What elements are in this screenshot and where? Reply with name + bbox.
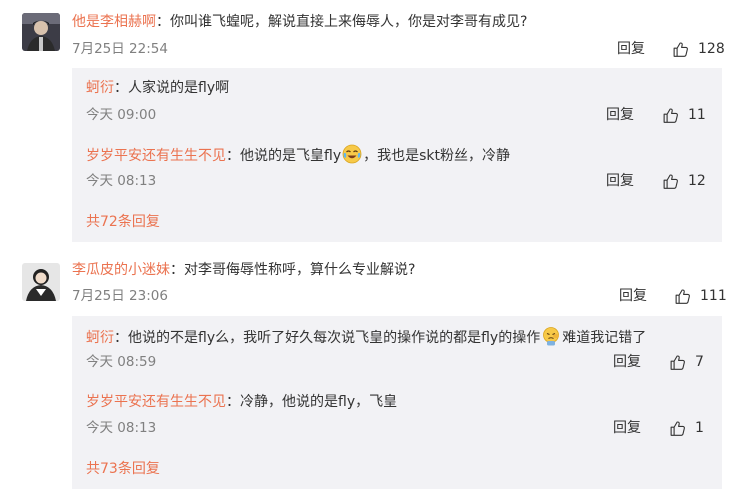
reply-text: 冷静，他说的是fly，飞皇 (240, 394, 398, 410)
timestamp: 7月25日 23:06 (72, 288, 168, 304)
reply-button[interactable]: 回复 (606, 105, 634, 125)
thumbs-up-icon (669, 420, 686, 437)
reply-body: 岁岁平安还有生生不见：冷静，他说的是fly，飞皇 (86, 394, 398, 410)
username-link[interactable]: 李瓜皮的小迷妹 (72, 262, 170, 278)
like-button[interactable]: 128 (672, 39, 725, 59)
reply-button[interactable]: 回复 (619, 286, 647, 306)
username-link[interactable]: 岁岁平安还有生生不见 (86, 394, 226, 410)
reply-thread: 蚵衍：他说的不是fly么，我听了好久每次说飞皇的操作说的都是fly的操作 难道我记… (72, 316, 722, 489)
reply-body: 岁岁平安还有生生不见：他说的是飞皇fly ，我也是skt粉丝，冷静 (86, 144, 510, 166)
comment-text: 对李哥侮辱性称呼，算什么专业解说? (184, 262, 416, 278)
facepalm-emoji-icon (543, 327, 560, 346)
like-button[interactable]: 7 (669, 352, 704, 372)
thumbs-up-icon (669, 354, 686, 371)
username-link[interactable]: 岁岁平安还有生生不见 (86, 148, 226, 164)
view-more-replies-link[interactable]: 共73条回复 (86, 459, 160, 479)
like-count: 7 (695, 354, 704, 370)
comment-body: 他是李相赫啊：你叫谁飞蝗呢，解说直接上来侮辱人，你是对李哥有成见? (72, 14, 528, 30)
timestamp: 7月25日 22:54 (72, 41, 168, 57)
like-button[interactable]: 12 (662, 171, 706, 191)
reply-thread: 蚵衍：人家说的是fly啊 今天 09:00 回复 11 岁岁平安还有生生不见：他… (72, 68, 722, 242)
reply-text: 人家说的是fly啊 (128, 80, 230, 96)
reply-button[interactable]: 回复 (606, 171, 634, 191)
like-count: 111 (700, 288, 727, 304)
timestamp: 今天 08:13 (86, 173, 157, 189)
username-link[interactable]: 蚵衍 (86, 330, 114, 346)
thumbs-up-icon (672, 41, 689, 58)
timestamp: 今天 09:00 (86, 107, 157, 123)
username-link[interactable]: 他是李相赫啊 (72, 14, 156, 30)
reply-body: 蚵衍：人家说的是fly啊 (86, 80, 230, 96)
timestamp: 今天 08:59 (86, 354, 157, 370)
reply-text: 他说的是飞皇fly (240, 148, 342, 164)
avatar[interactable] (22, 13, 60, 51)
thumbs-up-icon (662, 107, 679, 124)
reply-text-continued: ，我也是skt粉丝，冷静 (363, 148, 510, 164)
like-count: 128 (698, 41, 725, 57)
timestamp: 今天 08:13 (86, 420, 157, 436)
like-count: 1 (695, 420, 704, 436)
like-button[interactable]: 1 (669, 418, 704, 438)
thumbs-up-icon (674, 288, 691, 305)
avatar[interactable] (22, 263, 60, 301)
reply-button[interactable]: 回复 (617, 39, 645, 59)
reply-body: 蚵衍：他说的不是fly么，我听了好久每次说飞皇的操作说的都是fly的操作 难道我记… (86, 326, 646, 348)
like-button[interactable]: 11 (662, 105, 706, 125)
comment-text: 你叫谁飞蝗呢，解说直接上来侮辱人，你是对李哥有成见? (170, 14, 528, 30)
crying-laughing-emoji-icon (342, 144, 362, 164)
thumbs-up-icon (662, 173, 679, 190)
view-more-replies-link[interactable]: 共72条回复 (86, 212, 160, 232)
reply-button[interactable]: 回复 (613, 352, 641, 372)
username-link[interactable]: 蚵衍 (86, 80, 114, 96)
reply-text: 他说的不是fly么，我听了好久每次说飞皇的操作说的都是fly的操作 (128, 330, 541, 346)
like-count: 11 (688, 107, 706, 123)
comment-body: 李瓜皮的小迷妹：对李哥侮辱性称呼，算什么专业解说? (72, 262, 416, 278)
like-count: 12 (688, 173, 706, 189)
reply-button[interactable]: 回复 (613, 418, 641, 438)
reply-text-continued: 难道我记错了 (562, 330, 647, 346)
like-button[interactable]: 111 (674, 286, 727, 306)
